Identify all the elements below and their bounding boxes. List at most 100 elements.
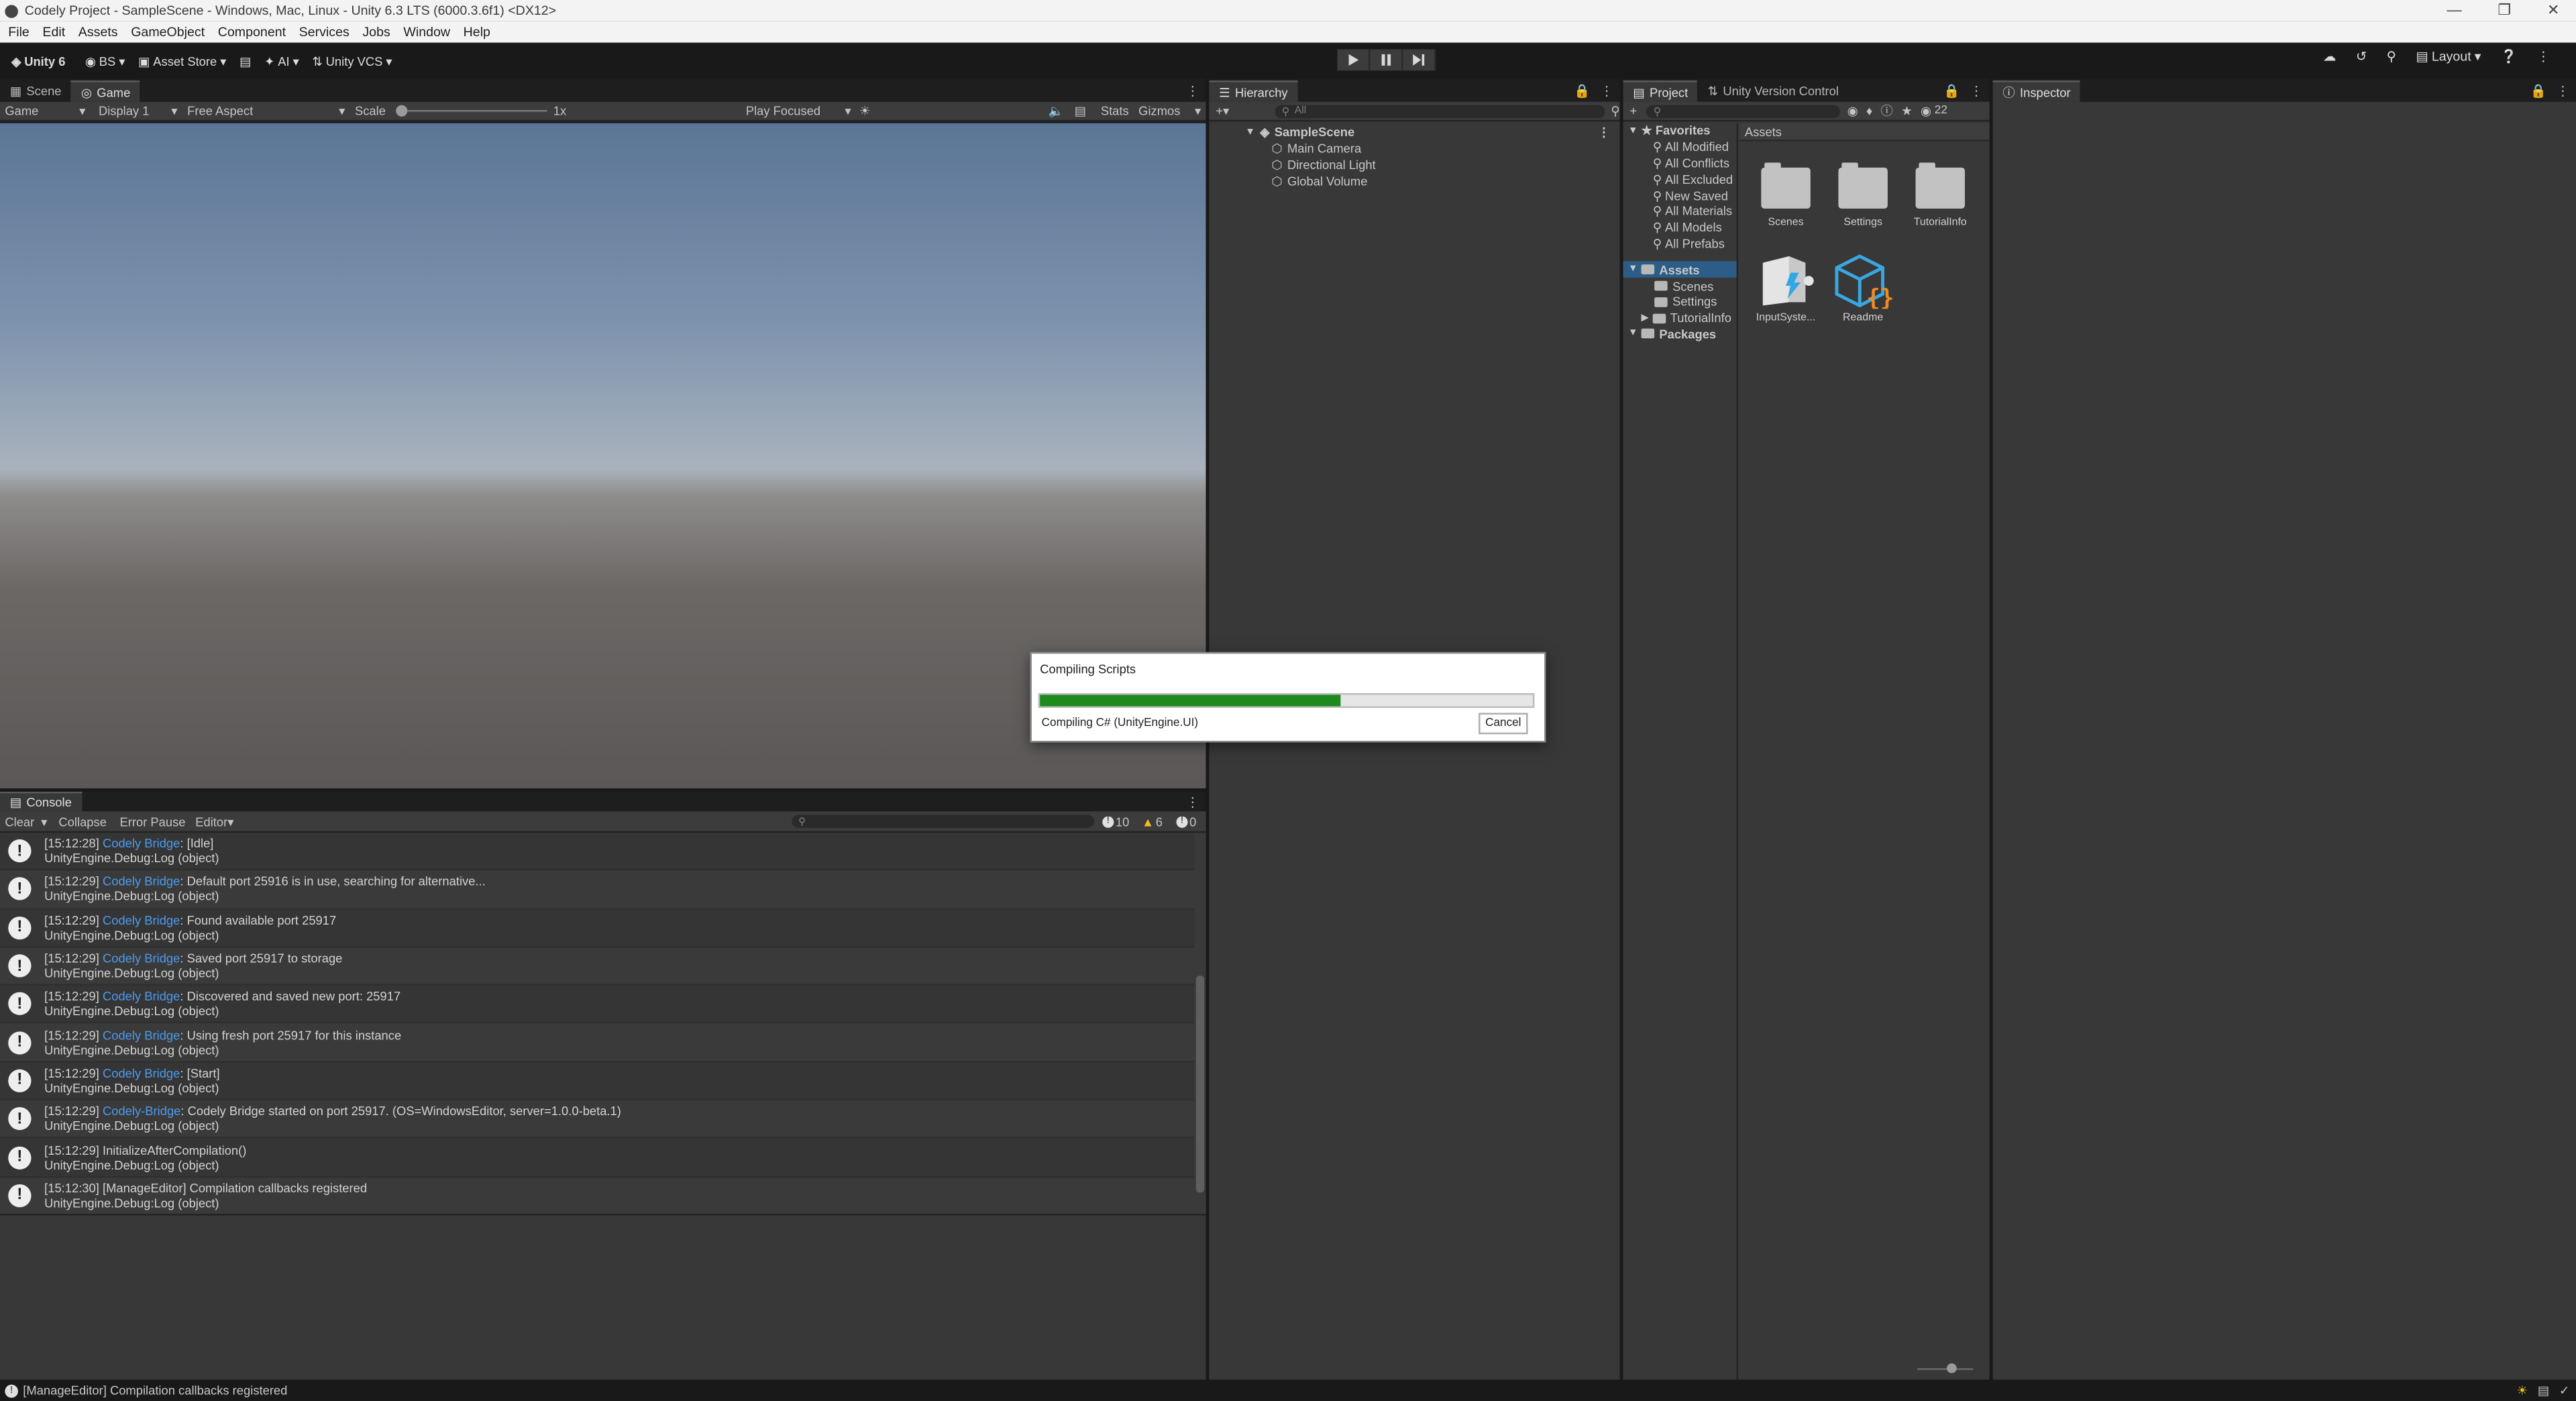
scene-menu-icon[interactable]: ⋮ [1598,125,1610,140]
console-entry[interactable]: ! [15:12:29] Codely Bridge: [Start] UnityE… [0,1062,1195,1101]
step-button[interactable] [1403,49,1436,71]
console-entry[interactable]: ! [15:12:30] [ManageEditor] Compilation c… [0,1177,1195,1216]
menu-edit[interactable]: Edit [42,25,65,40]
favorite-item[interactable]: ⚲ All Models [1623,219,1737,236]
console-entry[interactable]: ! [15:12:29] Codely Bridge: Saved port 25… [0,947,1195,986]
game-mode-dropdown[interactable]: Game ▾ [0,103,89,118]
icon-size-slider[interactable] [1917,1363,1974,1373]
favorite-item[interactable]: ⚲ All Conflicts [1623,156,1737,172]
game-view[interactable] [0,123,1206,789]
search-by-label-icon[interactable]: ♦ [1866,103,1872,118]
stats-icon[interactable]: ▤ [1075,103,1086,118]
project-search[interactable]: ⚲ [1646,104,1841,118]
scene-root[interactable]: ▼ ◈ SampleScene ⋮ [1209,125,1619,141]
console-entry[interactable]: ! [15:12:29] Codely-Bridge: Codely Bridge… [0,1100,1195,1139]
minimize-icon[interactable]: — [2447,1,2461,19]
network-icon[interactable]: ▤ [2538,1383,2549,1398]
hierarchy-item[interactable]: ⬡ Main Camera [1209,141,1619,157]
hierarchy-item[interactable]: ⬡ Global Volume [1209,173,1619,189]
asset-folder[interactable]: Scenes [1623,278,1737,294]
warning-count-toggle[interactable]: ▲ 6 [1142,814,1163,829]
menu-component[interactable]: Component [218,25,286,40]
menu-window[interactable]: Window [403,25,450,40]
menu-jobs[interactable]: Jobs [362,25,390,40]
aspect-dropdown[interactable]: Free Aspect ▾ [187,103,345,118]
expand-arrow-icon[interactable]: ▼ [1628,265,1638,275]
panel-menu-icon[interactable]: ⋮ [2557,84,2570,99]
asset-folder[interactable]: Settings [1623,294,1737,310]
search-by-type-icon[interactable]: ◉ [1847,103,1858,118]
error-pause-button[interactable]: Error Pause [120,814,186,829]
favorite-star-icon[interactable]: ★ [1901,103,1912,118]
maximize-icon[interactable]: ❐ [2498,1,2511,19]
favorite-item[interactable]: ⚲ All Modified [1623,140,1737,156]
help-icon[interactable]: ❔ [2501,49,2517,64]
package-item[interactable]: ▶AI Navigatic [1623,342,1642,358]
clear-button[interactable]: Clear [5,814,34,829]
vcs-button[interactable]: ⇅ Unity VCS ▾ [306,48,399,73]
tab-inspector[interactable]: ⓘ Inspector [1992,80,2081,102]
check-icon[interactable]: ✓ [2559,1383,2569,1398]
play-button[interactable] [1337,49,1371,71]
history-icon[interactable]: ↺ [2356,49,2367,64]
hidden-packages-icon[interactable]: ◉ [1921,103,1931,118]
lock-icon[interactable]: 🔒 [1574,84,1590,99]
menu-dots-icon[interactable]: ⋮ [2537,49,2551,64]
assets-header[interactable]: ▼ Assets [1623,262,1737,278]
menu-assets[interactable]: Assets [78,25,118,40]
cloud-icon[interactable]: ☁ [2323,49,2337,64]
ai-button[interactable]: ✦ AI ▾ [258,48,305,73]
panel-menu-icon[interactable]: ⋮ [1600,84,1613,99]
package-item[interactable]: ▶Custom NU [1695,342,1713,358]
console-entry[interactable]: ! [15:12:29] Codely Bridge: Using fresh p… [0,1024,1195,1063]
expand-arrow-icon[interactable]: ▼ [1245,128,1255,138]
asset-tile-readme[interactable]: {} Readme [1830,253,1896,323]
console-search[interactable]: ⚲ [792,815,1095,828]
tab-project[interactable]: ▤ Project [1623,80,1698,102]
cancel-button[interactable]: Cancel [1479,713,1528,735]
account-button[interactable]: ◉ BS ▾ [78,48,131,73]
expand-arrow-icon[interactable]: ▶ [1642,313,1649,324]
add-icon[interactable]: +▾ [1216,103,1229,118]
assets-breadcrumb[interactable]: Assets [1739,123,1990,142]
menu-file[interactable]: File [8,25,30,40]
gizmos-dropdown[interactable]: Gizmos ▾ [1138,103,1201,118]
package-button[interactable]: ▤ [233,48,258,73]
packages-header[interactable]: ▼ Packages [1623,326,1737,342]
sun-icon[interactable]: ☀ [859,103,870,118]
asset-tile-settings[interactable]: Settings [1830,162,1896,228]
scrollbar-thumb[interactable] [1195,976,1205,1193]
scale-slider-thumb[interactable] [395,104,407,116]
expand-arrow-icon[interactable]: ▼ [1628,329,1638,340]
tab-console[interactable]: ▤ Console [0,791,82,812]
asset-tile-inputsystem[interactable]: InputSyste... [1753,253,1819,323]
console-entry[interactable]: ! [15:12:29] InitializeAfterCompilation()… [0,1139,1195,1178]
package-item[interactable]: ▶JetBrains Ri [1731,342,1736,358]
console-entry[interactable]: ! [15:12:29] Codely Bridge: Default port … [0,871,1195,910]
log-count-toggle[interactable]: ! 10 [1102,814,1129,829]
lock-icon[interactable]: 🔒 [1943,84,1960,99]
menu-help[interactable]: Help [464,25,490,40]
asset-tile-tutorialinfo[interactable]: TutorialInfo [1907,162,1973,228]
lock-icon[interactable]: 🔒 [2530,84,2546,99]
tab-unity-version-control[interactable]: ⇅ Unity Version Control [1698,81,1849,102]
hierarchy-search[interactable]: ⚲ All [1275,104,1605,118]
tab-hierarchy[interactable]: ☰ Hierarchy [1209,80,1298,102]
layout-dropdown[interactable]: ▤ Layout ▾ [2416,49,2481,64]
error-count-toggle[interactable]: ! 0 [1176,814,1196,829]
pause-button[interactable] [1370,49,1403,71]
package-item[interactable]: ▶Collections [1677,342,1695,358]
filter-icon[interactable]: ⚲ [1611,103,1619,118]
stats-button[interactable]: Stats [1101,103,1129,118]
tab-scene[interactable]: ▦ Scene [0,81,71,102]
asset-tile-scenes[interactable]: Scenes [1753,162,1819,228]
add-icon[interactable]: + [1629,103,1637,118]
scale-slider[interactable] [395,104,547,117]
favorite-item[interactable]: ⚲ All Materials [1623,204,1737,220]
favorite-item[interactable]: ⚲ All Prefabs [1623,236,1737,252]
icon-size-thumb[interactable] [1947,1363,1957,1373]
hierarchy-item[interactable]: ⬡ Directional Light [1209,157,1619,173]
clear-options-icon[interactable]: ▾ [41,814,47,829]
display-dropdown[interactable]: Display 1 ▾ [99,103,178,118]
close-icon[interactable]: ✕ [2547,1,2559,19]
